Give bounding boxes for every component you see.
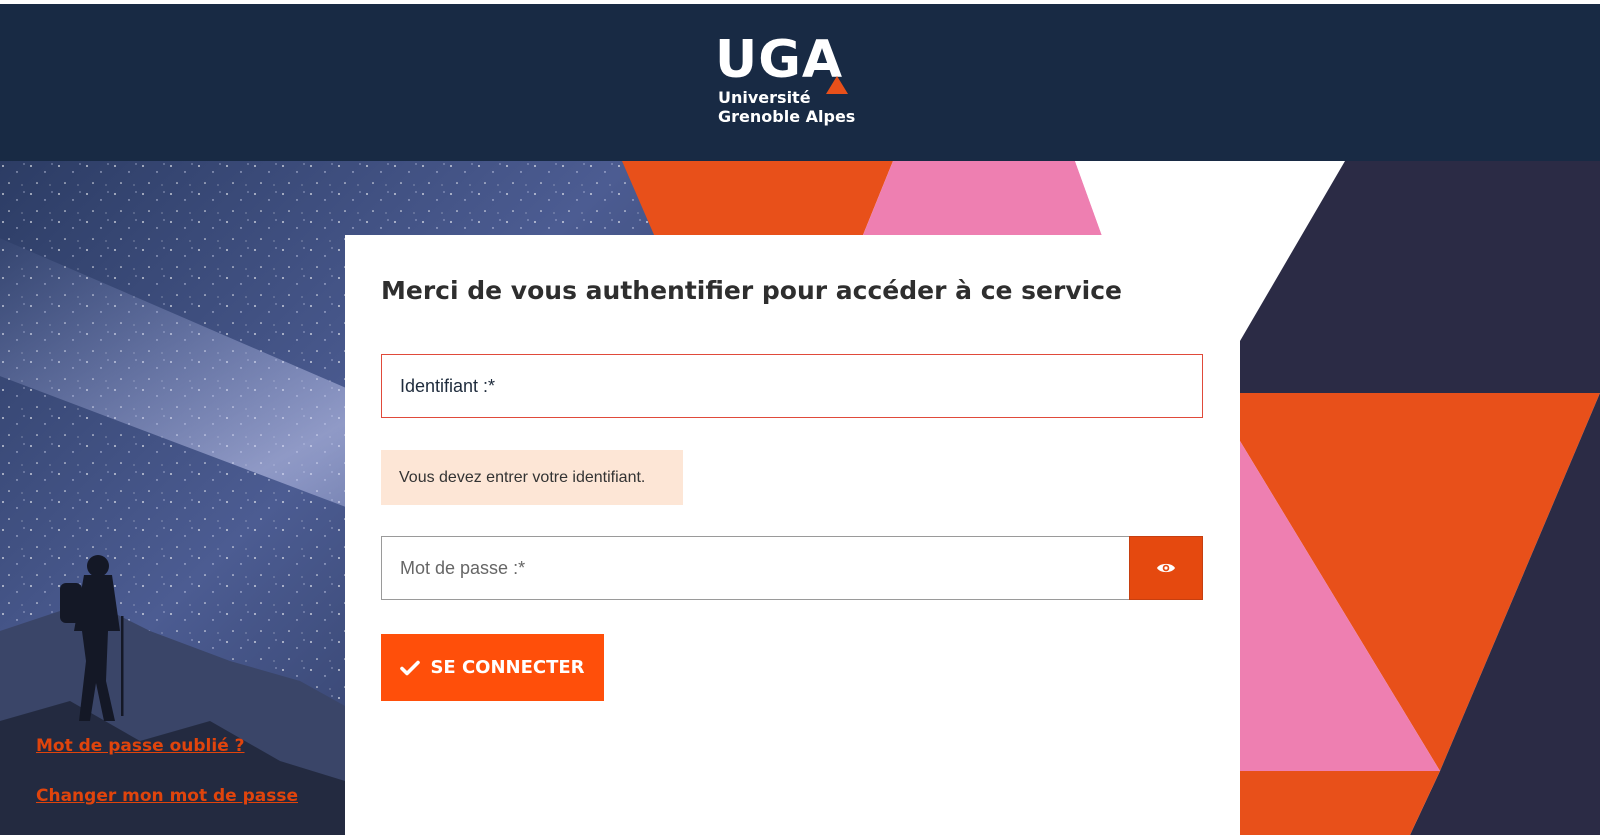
login-title: Merci de vous authentifier pour accéder … — [381, 276, 1122, 305]
password-input[interactable] — [382, 537, 1129, 599]
check-icon — [400, 660, 421, 675]
login-submit-button[interactable]: SE CONNECTER — [381, 634, 604, 701]
uga-logo[interactable]: UGA Université Grenoble Alpes — [715, 34, 865, 128]
header: UGA Université Grenoble Alpes — [0, 4, 1600, 161]
eye-icon — [1157, 563, 1175, 573]
username-error-message: Vous devez entrer votre identifiant. — [381, 450, 683, 505]
submit-label: SE CONNECTER — [430, 657, 585, 678]
logo-line-2: Grenoble Alpes — [718, 107, 856, 126]
change-password-link[interactable]: Changer mon mot de passe — [36, 786, 298, 806]
username-input[interactable] — [382, 355, 1202, 417]
login-card: Merci de vous authentifier pour accéder … — [345, 235, 1239, 835]
logo-line-1: Université — [718, 88, 811, 107]
show-password-button[interactable] — [1129, 536, 1203, 600]
logo-text: Université Grenoble Alpes — [718, 88, 855, 126]
forgot-password-link[interactable]: Mot de passe oublié ? — [36, 736, 245, 756]
password-field[interactable] — [381, 536, 1129, 600]
username-field[interactable] — [381, 354, 1203, 418]
logo-mark: UGA — [715, 30, 844, 90]
